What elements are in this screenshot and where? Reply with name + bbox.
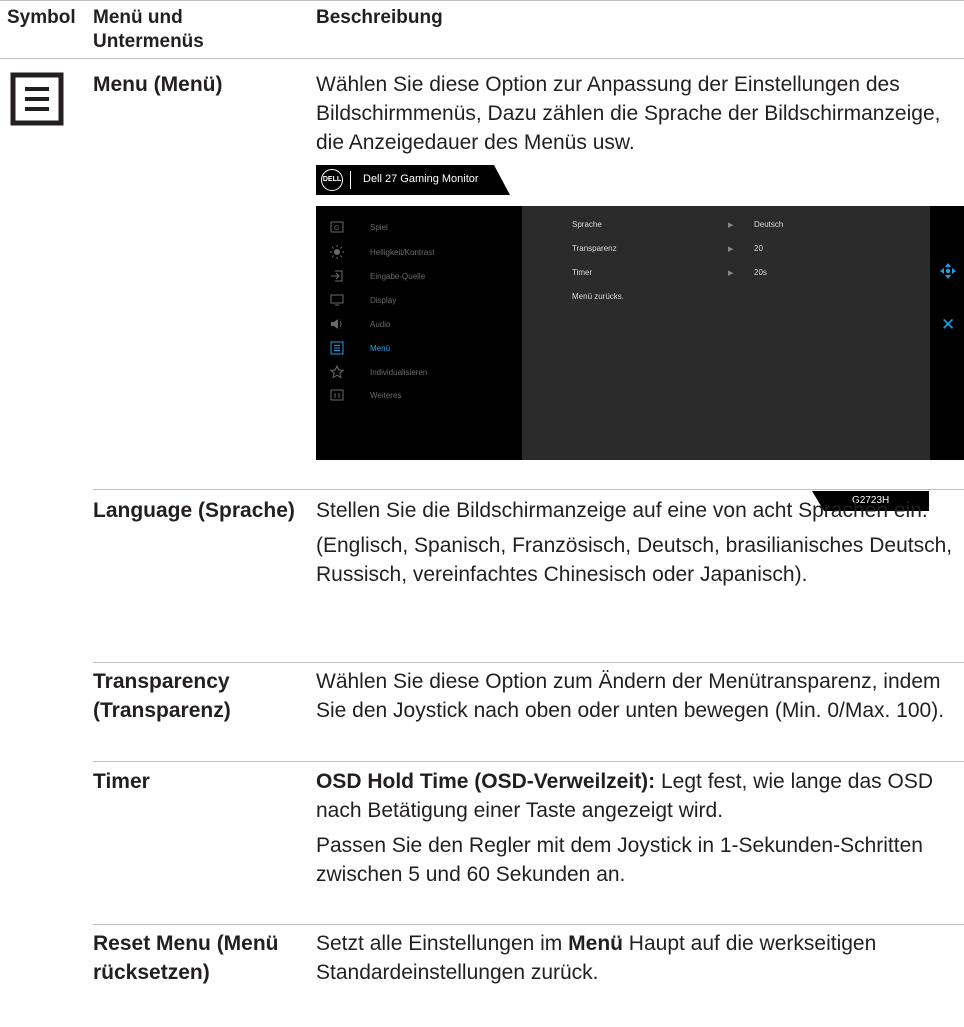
row-desc-reset: Setzt alle Einstellungen im Menü Haupt a… [316, 929, 956, 993]
osd-item-label: Spiel [370, 222, 388, 232]
header-symbol: Symbol [7, 7, 76, 28]
game-icon: G [330, 221, 344, 233]
osd-item-label: Helligkeit/Kontrast [370, 247, 435, 257]
row-separator [93, 662, 964, 663]
row-desc-timer-text: OSD Hold Time (OSD-Verweilzeit): Legt fe… [316, 767, 956, 825]
osd-item-label: Individualisieren [370, 367, 428, 377]
osd-item-individualisieren[interactable]: Individualisieren [330, 364, 427, 380]
osd-item-label: Display [370, 295, 397, 305]
menu-list-icon [10, 72, 64, 126]
header-menu: Menü und Untermenüs [93, 7, 204, 52]
osd-hold-time-label: OSD Hold Time (OSD-Verweilzeit): [316, 770, 656, 793]
osd-menu-list: G Spiel Helligkeit/Kontrast Eingabe-Quel… [316, 206, 522, 460]
reset-text-pre: Setzt alle Einstellungen im [316, 932, 569, 955]
osd-title-separator [350, 171, 351, 189]
osd-value-transparenz: 20 [754, 244, 763, 253]
osd-item-spiel[interactable]: G Spiel [330, 219, 388, 235]
osd-item-menu[interactable]: Menü [330, 340, 390, 356]
row-desc-language: Stellen Sie die Bildschirmanzeige auf ei… [316, 496, 956, 595]
dell-logo: DELL [321, 169, 343, 191]
info-icon [330, 389, 344, 401]
row-desc-language-text: Stellen Sie die Bildschirmanzeige auf ei… [316, 499, 928, 522]
top-rule [0, 0, 964, 1]
osd-setting-reset[interactable]: Menü zurücks. [572, 292, 624, 301]
osd-item-audio[interactable]: Audio [330, 316, 390, 332]
row-name-transparency: Transparency (Transparenz) [93, 670, 231, 722]
osd-title: Dell 27 Gaming Monitor [363, 173, 479, 185]
chevron-right-icon: ▶ [728, 222, 734, 229]
row-desc-language-list: (Englisch, Spanisch, Französisch, Deutsc… [316, 534, 953, 586]
row-desc-menu-text: Wählen Sie diese Option zur Anpassung de… [316, 73, 941, 154]
row-desc-timer-range: Passen Sie den Regler mit dem Joystick i… [316, 834, 923, 886]
reset-text-bold: Menü [568, 932, 623, 955]
row-separator [93, 924, 964, 925]
row-name-reset: Reset Menu (Menü rücksetzen) [93, 932, 279, 984]
osd-value-sprache: Deutsch [754, 220, 784, 229]
osd-item-label: Eingabe-Quelle [370, 271, 426, 281]
header-description: Beschreibung [316, 7, 443, 28]
joystick-nav-icon[interactable] [940, 263, 956, 279]
osd-item-display[interactable]: Display [330, 292, 396, 308]
osd-item-helligkeit[interactable]: Helligkeit/Kontrast [330, 244, 434, 260]
osd-settings-panel: Sprache ▶ Deutsch Transparenz ▶ 20 Timer… [522, 206, 930, 460]
row-name-menu: Menu (Menü) [93, 73, 223, 96]
osd-setting-transparenz[interactable]: Transparenz [572, 244, 617, 253]
osd-value-timer: 20s [754, 268, 767, 277]
header-rule [0, 58, 964, 59]
row-desc-transparency: Wählen Sie diese Option zum Ändern der M… [316, 667, 956, 731]
row-name-timer: Timer [93, 770, 150, 793]
row-desc-reset-text: Setzt alle Einstellungen im Menü Haupt a… [316, 929, 956, 987]
row-name-language: Language (Sprache) [93, 499, 295, 522]
osd-window: G Spiel Helligkeit/Kontrast Eingabe-Quel… [316, 206, 964, 460]
speaker-icon [331, 319, 342, 329]
close-icon[interactable]: ✕ [941, 316, 955, 333]
row-desc-timer: OSD Hold Time (OSD-Verweilzeit): Legt fe… [316, 767, 956, 895]
brightness-icon [330, 245, 344, 259]
osd-item-label: Menü [370, 343, 391, 353]
osd-setting-timer[interactable]: Timer [572, 268, 592, 277]
menu-list-icon [330, 341, 344, 355]
row-desc-menu: Wählen Sie diese Option zur Anpassung de… [316, 70, 956, 163]
osd-setting-sprache[interactable]: Sprache [572, 220, 602, 229]
osd-item-label: Audio [370, 319, 391, 329]
osd-button-strip: ✕ [930, 206, 964, 460]
row-separator [93, 489, 964, 490]
osd-item-label: Weiteres [370, 390, 402, 400]
input-source-icon [331, 270, 343, 282]
display-icon [330, 294, 344, 306]
osd-item-weiteres[interactable]: Weiteres [330, 387, 401, 403]
star-icon [330, 365, 344, 379]
row-separator [93, 761, 964, 762]
osd-item-eingabe[interactable]: Eingabe-Quelle [330, 268, 425, 284]
row-desc-transparency-text: Wählen Sie diese Option zum Ändern der M… [316, 670, 945, 722]
chevron-right-icon: ▶ [728, 246, 734, 253]
svg-text:G: G [334, 225, 339, 232]
chevron-right-icon: ▶ [728, 270, 734, 277]
